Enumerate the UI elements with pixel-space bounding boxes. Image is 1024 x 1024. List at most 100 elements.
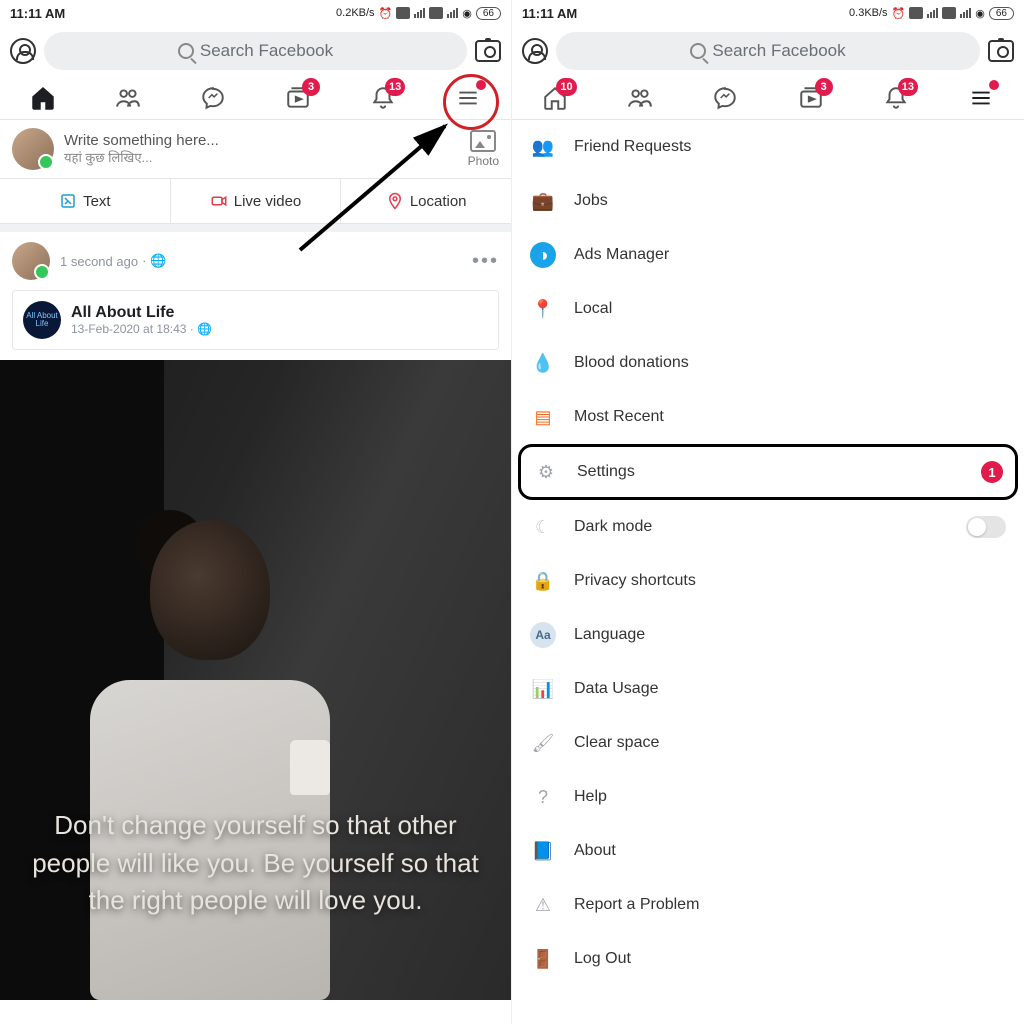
tab-bar: 10 3 13 xyxy=(512,76,1024,120)
post-time: 1 second ago· 🌐 xyxy=(60,253,166,269)
menu-icon: ⚙ xyxy=(533,459,559,485)
post-options-icon[interactable]: ••• xyxy=(472,250,499,273)
page-sub: 13-Feb-2020 at 18:43 · 🌐 xyxy=(71,322,212,336)
right-screen: 11:11 AM 0.3KB/s ⏰ ◉ 66 Search Facebook … xyxy=(512,0,1024,1024)
tab-home[interactable] xyxy=(23,78,63,118)
menu-label: Privacy shortcuts xyxy=(574,572,696,590)
menu-icon: ☾ xyxy=(530,514,556,540)
search-placeholder: Search Facebook xyxy=(200,41,333,61)
signal-icon xyxy=(927,8,938,18)
camera-icon[interactable] xyxy=(475,40,501,62)
composer-live-button[interactable]: Live video xyxy=(171,179,342,223)
menu-item-dark-mode[interactable]: ☾Dark mode xyxy=(512,500,1024,554)
composer-text-button[interactable]: Text xyxy=(0,179,171,223)
photo-button[interactable]: Photo xyxy=(468,130,499,168)
tab-home[interactable]: 10 xyxy=(535,78,575,118)
photo-icon xyxy=(470,130,496,152)
page-name: All About Life xyxy=(71,304,212,322)
tab-menu[interactable] xyxy=(448,78,488,118)
tab-friends[interactable] xyxy=(108,78,148,118)
menu-label: Friend Requests xyxy=(574,138,691,156)
tab-notifications[interactable]: 13 xyxy=(363,78,403,118)
person-silhouette xyxy=(80,500,340,1000)
menu-item-blood-donations[interactable]: 💧 Blood donations xyxy=(512,336,1024,390)
volte-icon xyxy=(909,7,923,19)
dark-mode-toggle[interactable] xyxy=(966,516,1006,538)
menu-label: Jobs xyxy=(574,192,608,210)
menu-label: Data Usage xyxy=(574,680,659,698)
menu-item-data-usage[interactable]: 📊 Data Usage xyxy=(512,662,1024,716)
tab-friends[interactable] xyxy=(620,78,660,118)
menu-item-privacy-shortcuts[interactable]: 🔒 Privacy shortcuts xyxy=(512,554,1024,608)
menu-item-ads-manager[interactable]: ◑ Ads Manager xyxy=(512,228,1024,282)
left-screen: 11:11 AM 0.2KB/s ⏰ ◉ 66 Search Facebook xyxy=(0,0,512,1024)
composer-placeholder[interactable]: Write something here... यहां कुछ लिखिए..… xyxy=(64,131,458,167)
profile-icon[interactable] xyxy=(522,38,548,64)
tab-videos[interactable]: 3 xyxy=(278,78,318,118)
notif-badge: 13 xyxy=(385,78,405,96)
notif-badge: 13 xyxy=(898,78,918,96)
menu-item-language[interactable]: AaLanguage xyxy=(512,608,1024,662)
menu-item-log-out[interactable]: 🚪 Log Out xyxy=(512,932,1024,986)
volte-icon xyxy=(942,7,956,19)
battery-icon: 66 xyxy=(989,7,1014,20)
menu-icon: 📘 xyxy=(530,838,556,864)
tab-notifications[interactable]: 13 xyxy=(876,78,916,118)
tab-menu[interactable] xyxy=(961,78,1001,118)
profile-icon[interactable] xyxy=(10,38,36,64)
menu-label: Ads Manager xyxy=(574,246,669,264)
battery-icon: 66 xyxy=(476,7,501,20)
status-speed: 0.3KB/s xyxy=(849,7,888,19)
composer[interactable]: Write something here... यहां कुछ लिखिए..… xyxy=(0,120,511,178)
status-time: 11:11 AM xyxy=(522,6,577,21)
menu-item-help[interactable]: ?Help xyxy=(512,770,1024,824)
menu-item-local[interactable]: 📍 Local xyxy=(512,282,1024,336)
status-bar: 11:11 AM 0.2KB/s ⏰ ◉ 66 xyxy=(0,0,511,26)
search-icon xyxy=(178,43,194,59)
tab-messenger[interactable] xyxy=(193,78,233,118)
post-image[interactable]: Don't change yourself so that other peop… xyxy=(0,360,511,1000)
shared-post-card[interactable]: All About Life All About Life 13-Feb-202… xyxy=(12,290,499,350)
menu-label: Local xyxy=(574,300,612,318)
user-avatar[interactable] xyxy=(12,128,54,170)
videos-badge: 3 xyxy=(302,78,320,96)
menu-item-most-recent[interactable]: ▤Most Recent xyxy=(512,390,1024,444)
menu-item-clear-space[interactable]: 🖌 Clear space xyxy=(512,716,1024,770)
camera-icon[interactable] xyxy=(988,40,1014,62)
menu-icon: 🚪 xyxy=(530,946,556,972)
post-avatar[interactable] xyxy=(12,242,50,280)
status-speed: 0.2KB/s xyxy=(336,7,375,19)
menu-icon: 🖌 xyxy=(530,730,556,756)
menu-icon: Aa xyxy=(530,622,556,648)
menu-icon: 👥 xyxy=(530,134,556,160)
wifi-icon: ◉ xyxy=(462,7,472,20)
divider xyxy=(0,224,511,232)
menu-label: Most Recent xyxy=(574,408,664,426)
menu-icon: 💧 xyxy=(530,350,556,376)
menu-icon: 📍 xyxy=(530,296,556,322)
menu-label: Settings xyxy=(577,463,635,481)
menu-item-settings[interactable]: ⚙ Settings 1 xyxy=(518,444,1018,500)
menu-item-report-a-problem[interactable]: ⚠Report a Problem xyxy=(512,878,1024,932)
search-input[interactable]: Search Facebook xyxy=(44,32,467,70)
menu-item-jobs[interactable]: 💼Jobs xyxy=(512,174,1024,228)
menu-list: 👥 Friend Requests 💼Jobs ◑ Ads Manager 📍 Local 💧… xyxy=(512,120,1024,1024)
menu-label: Log Out xyxy=(574,950,631,968)
composer-location-button[interactable]: Location xyxy=(341,179,511,223)
search-input[interactable]: Search Facebook xyxy=(556,32,980,70)
tab-messenger[interactable] xyxy=(705,78,745,118)
menu-badge: 1 xyxy=(981,461,1003,483)
page-avatar: All About Life xyxy=(23,301,61,339)
tab-videos[interactable]: 3 xyxy=(791,78,831,118)
menu-label: Blood donations xyxy=(574,354,689,372)
menu-icon: 🔒 xyxy=(530,568,556,594)
status-bar: 11:11 AM 0.3KB/s ⏰ ◉ 66 xyxy=(512,0,1024,26)
signal-icon xyxy=(960,8,971,18)
menu-label: Clear space xyxy=(574,734,659,752)
menu-dot xyxy=(989,80,999,90)
search-placeholder: Search Facebook xyxy=(712,41,845,61)
menu-icon: 📊 xyxy=(530,676,556,702)
menu-item-friend-requests[interactable]: 👥 Friend Requests xyxy=(512,120,1024,174)
menu-icon: ◑ xyxy=(530,242,556,268)
menu-item-about[interactable]: 📘About xyxy=(512,824,1024,878)
